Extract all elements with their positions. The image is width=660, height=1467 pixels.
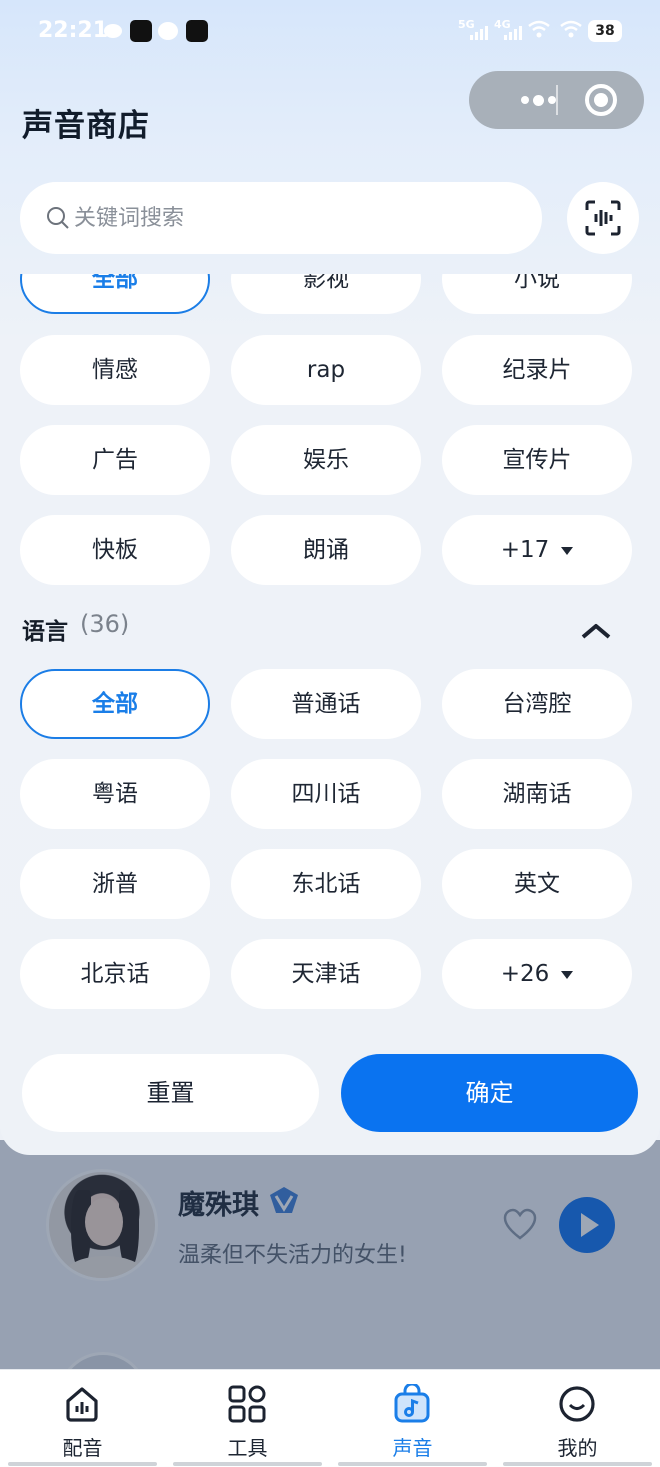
tab-dub[interactable]: 配音: [0, 1370, 165, 1467]
chip-category[interactable]: 情感: [20, 335, 210, 405]
chip-category[interactable]: 小说: [442, 274, 632, 314]
chip-language[interactable]: 东北话: [231, 849, 421, 919]
tab-voice[interactable]: 声音: [330, 1370, 495, 1467]
chip-category[interactable]: 全部: [20, 274, 210, 314]
modal-overlay[interactable]: [0, 1140, 660, 1372]
dub-icon: [66, 1387, 98, 1422]
chip-language[interactable]: 四川话: [231, 759, 421, 829]
page-title: 声音商店: [22, 108, 150, 144]
filter-sheet: 22:21 5G 4G 38 声音商店 关键词搜索 全部 影视 小说 情感 ra…: [0, 0, 660, 1155]
search-input[interactable]: [74, 182, 514, 254]
chip-category[interactable]: 纪录片: [442, 335, 632, 405]
voice-search-button[interactable]: [567, 182, 639, 254]
tab-profile[interactable]: 我的: [495, 1370, 660, 1467]
chip-language[interactable]: 英文: [442, 849, 632, 919]
message-icon: [158, 22, 178, 40]
chip-language[interactable]: 普通话: [231, 669, 421, 739]
chip-language[interactable]: 浙普: [20, 849, 210, 919]
tab-label: 我的: [557, 1436, 598, 1460]
reset-button[interactable]: 重置: [22, 1054, 319, 1132]
chip-language[interactable]: 全部: [20, 669, 210, 739]
filter-scroll-area[interactable]: 全部 影视 小说 情感 rap 纪录片 广告 娱乐 宣传片 快板 朗诵 +17 …: [0, 274, 660, 1044]
search-bar[interactable]: [20, 182, 542, 254]
chip-language[interactable]: 湖南话: [442, 759, 632, 829]
battery-indicator: 38: [588, 20, 622, 42]
more-options-icon[interactable]: [495, 88, 581, 112]
close-target-icon[interactable]: [585, 84, 617, 116]
bottom-tab-bar: 配音 工具 声音 我的: [0, 1369, 660, 1467]
chip-language-more[interactable]: +26: [442, 939, 632, 1009]
chip-language[interactable]: 台湾腔: [442, 669, 632, 739]
wifi-icon: [560, 20, 582, 38]
chip-more-label: +26: [500, 961, 550, 987]
profile-smile-icon: [559, 1386, 595, 1422]
chip-category[interactable]: 娱乐: [231, 425, 421, 495]
wifi-icon: [528, 20, 550, 38]
status-bar: 22:21 5G 4G 38: [0, 0, 660, 62]
search-icon: [47, 207, 69, 229]
tiktok-icon: [130, 20, 152, 42]
status-time: 22:21: [38, 18, 109, 43]
tab-label: 工具: [227, 1436, 268, 1460]
chip-language[interactable]: 天津话: [231, 939, 421, 1009]
chip-language[interactable]: 北京话: [20, 939, 210, 1009]
tab-label: 配音: [62, 1436, 103, 1460]
signal-bars-icon: [470, 26, 488, 40]
tiktok-live-icon: [186, 20, 208, 42]
signal-bars-icon: [504, 26, 522, 40]
voice-bag-icon: [394, 1384, 430, 1423]
tab-label: 声音: [392, 1436, 433, 1460]
wechat-icon: [104, 24, 122, 38]
dropdown-triangle-icon: [561, 546, 574, 555]
chip-category[interactable]: 影视: [231, 274, 421, 314]
chevron-up-icon[interactable]: [580, 622, 612, 640]
chip-category[interactable]: 朗诵: [231, 515, 421, 585]
dropdown-triangle-icon: [561, 970, 574, 979]
chip-category[interactable]: 快板: [20, 515, 210, 585]
chip-category-more[interactable]: +17: [442, 515, 632, 585]
chip-more-label: +17: [500, 537, 550, 563]
mini-program-capsule: [469, 71, 644, 129]
chip-category[interactable]: 广告: [20, 425, 210, 495]
confirm-button[interactable]: 确定: [341, 1054, 638, 1132]
tab-tools[interactable]: 工具: [165, 1370, 330, 1467]
chip-language[interactable]: 粤语: [20, 759, 210, 829]
voice-scan-icon: [585, 200, 621, 236]
tools-icon: [228, 1385, 266, 1423]
chip-category[interactable]: 宣传片: [442, 425, 632, 495]
chip-category[interactable]: rap: [231, 335, 421, 405]
section-title-language: 语言: [22, 619, 68, 645]
section-count: (36): [80, 610, 130, 638]
